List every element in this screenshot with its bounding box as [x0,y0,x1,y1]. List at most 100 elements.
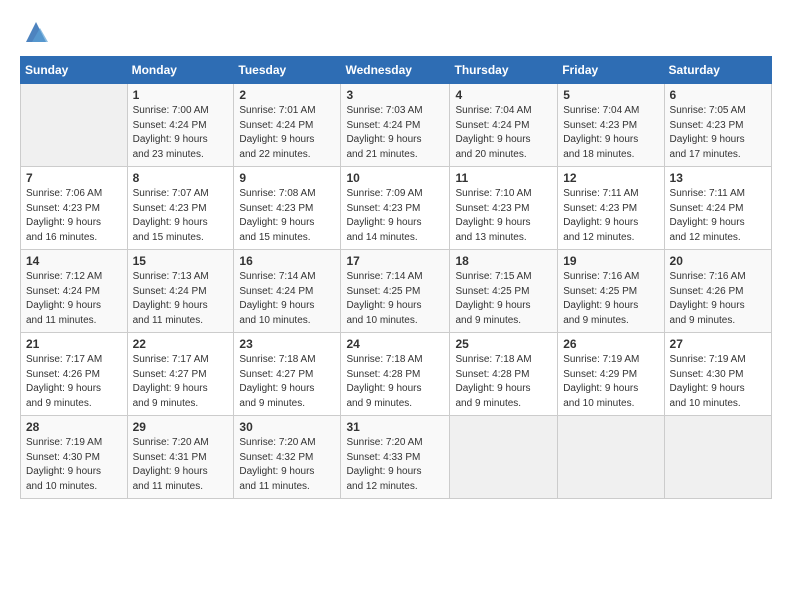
calendar-cell: 20 Sunrise: 7:16 AM Sunset: 4:26 PM Dayli… [664,250,771,333]
calendar-cell: 4 Sunrise: 7:04 AM Sunset: 4:24 PM Daylig… [450,84,558,167]
cell-content: Sunrise: 7:13 AM Sunset: 4:24 PM Dayligh… [133,270,229,328]
calendar-week-row: 21 Sunrise: 7:17 AM Sunset: 4:26 PM Dayli… [21,333,772,416]
day-number: 17 [346,254,444,268]
calendar-cell [558,416,664,499]
calendar-cell [21,84,128,167]
cell-content: Sunrise: 7:14 AM Sunset: 4:24 PM Dayligh… [239,270,335,328]
day-number: 12 [563,171,658,185]
calendar-table: SundayMondayTuesdayWednesdayThursdayFrid… [20,56,772,499]
day-number: 14 [26,254,122,268]
cell-content: Sunrise: 7:16 AM Sunset: 4:26 PM Dayligh… [670,270,766,328]
day-number: 23 [239,337,335,351]
calendar-cell [664,416,771,499]
day-number: 24 [346,337,444,351]
cell-content: Sunrise: 7:17 AM Sunset: 4:27 PM Dayligh… [133,353,229,411]
day-number: 2 [239,88,335,102]
day-number: 26 [563,337,658,351]
page: SundayMondayTuesdayWednesdayThursdayFrid… [0,0,792,612]
header-day: Friday [558,57,664,84]
calendar-week-row: 1 Sunrise: 7:00 AM Sunset: 4:24 PM Daylig… [21,84,772,167]
day-number: 9 [239,171,335,185]
day-number: 3 [346,88,444,102]
cell-content: Sunrise: 7:10 AM Sunset: 4:23 PM Dayligh… [455,187,552,245]
calendar-cell: 9 Sunrise: 7:08 AM Sunset: 4:23 PM Daylig… [234,167,341,250]
header-day: Tuesday [234,57,341,84]
cell-content: Sunrise: 7:11 AM Sunset: 4:23 PM Dayligh… [563,187,658,245]
header-day: Saturday [664,57,771,84]
day-number: 20 [670,254,766,268]
calendar-cell: 23 Sunrise: 7:18 AM Sunset: 4:27 PM Dayli… [234,333,341,416]
day-number: 10 [346,171,444,185]
cell-content: Sunrise: 7:01 AM Sunset: 4:24 PM Dayligh… [239,104,335,162]
calendar-cell: 30 Sunrise: 7:20 AM Sunset: 4:32 PM Dayli… [234,416,341,499]
cell-content: Sunrise: 7:18 AM Sunset: 4:27 PM Dayligh… [239,353,335,411]
calendar-cell: 5Sunrise: 7:04 AM Sunset: 4:23 PM Daylig… [558,84,664,167]
cell-content: Sunrise: 7:06 AM Sunset: 4:23 PM Dayligh… [26,187,122,245]
calendar-cell: 28Sunrise: 7:19 AM Sunset: 4:30 PM Dayli… [21,416,128,499]
day-number: 30 [239,420,335,434]
cell-content: Sunrise: 7:04 AM Sunset: 4:24 PM Dayligh… [455,104,552,162]
day-number: 4 [455,88,552,102]
calendar-cell: 12 Sunrise: 7:11 AM Sunset: 4:23 PM Dayli… [558,167,664,250]
day-number: 13 [670,171,766,185]
calendar-cell: 15 Sunrise: 7:13 AM Sunset: 4:24 PM Dayli… [127,250,234,333]
calendar-cell: 21 Sunrise: 7:17 AM Sunset: 4:26 PM Dayli… [21,333,128,416]
cell-content: Sunrise: 7:07 AM Sunset: 4:23 PM Dayligh… [133,187,229,245]
cell-content: Sunrise: 7:05 AM Sunset: 4:23 PM Dayligh… [670,104,766,162]
calendar-cell: 8Sunrise: 7:07 AM Sunset: 4:23 PM Daylig… [127,167,234,250]
calendar-cell: 26 Sunrise: 7:19 AM Sunset: 4:29 PM Dayli… [558,333,664,416]
calendar-cell: 31Sunrise: 7:20 AM Sunset: 4:33 PM Dayli… [341,416,450,499]
calendar-cell [450,416,558,499]
cell-content: Sunrise: 7:20 AM Sunset: 4:33 PM Dayligh… [346,436,444,494]
day-number: 25 [455,337,552,351]
day-number: 5 [563,88,658,102]
day-number: 19 [563,254,658,268]
day-number: 15 [133,254,229,268]
calendar-cell: 11 Sunrise: 7:10 AM Sunset: 4:23 PM Dayli… [450,167,558,250]
day-number: 22 [133,337,229,351]
day-number: 6 [670,88,766,102]
day-number: 7 [26,171,122,185]
day-number: 29 [133,420,229,434]
calendar-cell: 19 Sunrise: 7:16 AM Sunset: 4:25 PM Dayli… [558,250,664,333]
cell-content: Sunrise: 7:09 AM Sunset: 4:23 PM Dayligh… [346,187,444,245]
cell-content: Sunrise: 7:03 AM Sunset: 4:24 PM Dayligh… [346,104,444,162]
day-number: 27 [670,337,766,351]
cell-content: Sunrise: 7:20 AM Sunset: 4:32 PM Dayligh… [239,436,335,494]
cell-content: Sunrise: 7:18 AM Sunset: 4:28 PM Dayligh… [346,353,444,411]
day-number: 11 [455,171,552,185]
calendar-cell: 22 Sunrise: 7:17 AM Sunset: 4:27 PM Dayli… [127,333,234,416]
calendar-cell: 17Sunrise: 7:14 AM Sunset: 4:25 PM Dayli… [341,250,450,333]
cell-content: Sunrise: 7:08 AM Sunset: 4:23 PM Dayligh… [239,187,335,245]
header-day: Monday [127,57,234,84]
header-day: Wednesday [341,57,450,84]
calendar-cell: 3 Sunrise: 7:03 AM Sunset: 4:24 PM Daylig… [341,84,450,167]
calendar-cell: 29Sunrise: 7:20 AM Sunset: 4:31 PM Dayli… [127,416,234,499]
cell-content: Sunrise: 7:16 AM Sunset: 4:25 PM Dayligh… [563,270,658,328]
cell-content: Sunrise: 7:12 AM Sunset: 4:24 PM Dayligh… [26,270,122,328]
calendar-week-row: 14 Sunrise: 7:12 AM Sunset: 4:24 PM Dayli… [21,250,772,333]
calendar-cell: 16Sunrise: 7:14 AM Sunset: 4:24 PM Dayli… [234,250,341,333]
calendar-cell: 25 Sunrise: 7:18 AM Sunset: 4:28 PM Dayli… [450,333,558,416]
cell-content: Sunrise: 7:18 AM Sunset: 4:28 PM Dayligh… [455,353,552,411]
logo-icon [22,18,50,46]
calendar-week-row: 7 Sunrise: 7:06 AM Sunset: 4:23 PM Daylig… [21,167,772,250]
cell-content: Sunrise: 7:00 AM Sunset: 4:24 PM Dayligh… [133,104,229,162]
calendar-cell: 1 Sunrise: 7:00 AM Sunset: 4:24 PM Daylig… [127,84,234,167]
header-row: SundayMondayTuesdayWednesdayThursdayFrid… [21,57,772,84]
calendar-cell: 24 Sunrise: 7:18 AM Sunset: 4:28 PM Dayli… [341,333,450,416]
calendar-cell: 7 Sunrise: 7:06 AM Sunset: 4:23 PM Daylig… [21,167,128,250]
calendar-cell: 6 Sunrise: 7:05 AM Sunset: 4:23 PM Daylig… [664,84,771,167]
cell-content: Sunrise: 7:17 AM Sunset: 4:26 PM Dayligh… [26,353,122,411]
calendar-cell: 18Sunrise: 7:15 AM Sunset: 4:25 PM Dayli… [450,250,558,333]
cell-content: Sunrise: 7:19 AM Sunset: 4:29 PM Dayligh… [563,353,658,411]
calendar-cell: 10 Sunrise: 7:09 AM Sunset: 4:23 PM Dayli… [341,167,450,250]
cell-content: Sunrise: 7:15 AM Sunset: 4:25 PM Dayligh… [455,270,552,328]
calendar-cell: 14 Sunrise: 7:12 AM Sunset: 4:24 PM Dayli… [21,250,128,333]
calendar-cell: 27 Sunrise: 7:19 AM Sunset: 4:30 PM Dayli… [664,333,771,416]
cell-content: Sunrise: 7:19 AM Sunset: 4:30 PM Dayligh… [670,353,766,411]
calendar-week-row: 28Sunrise: 7:19 AM Sunset: 4:30 PM Dayli… [21,416,772,499]
day-number: 21 [26,337,122,351]
header-day: Sunday [21,57,128,84]
day-number: 1 [133,88,229,102]
